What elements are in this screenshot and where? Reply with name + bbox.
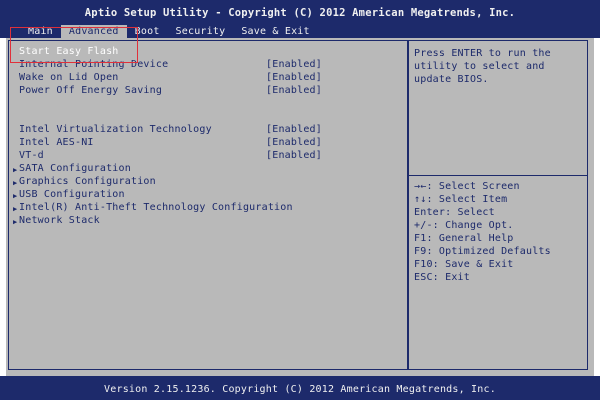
submenu-arrow-icon: ▶ <box>13 192 18 200</box>
menu-item-label: USB Configuration <box>19 189 125 200</box>
key-hint-enter: Enter: Select <box>414 207 495 218</box>
menu-item-label: Intel(R) Anti-Theft Technology Configura… <box>19 202 293 213</box>
help-divider <box>409 175 587 176</box>
key-legend: →←: Select Screen ↑↓: Select Item Enter:… <box>414 180 584 284</box>
menu-item-label: Power Off Energy Saving <box>19 85 163 96</box>
key-hint-general-help: F1: General Help <box>414 233 514 244</box>
bios-title: Aptio Setup Utility - Copyright (C) 2012… <box>84 7 516 19</box>
help-text: Press ENTER to run the utility to select… <box>414 48 558 85</box>
tab-boot[interactable]: Boot <box>127 25 168 38</box>
bios-frame: Start Easy Flash Internal Pointing Devic… <box>6 38 594 376</box>
menu-item-label: Start Easy Flash <box>19 46 119 57</box>
tab-main[interactable]: Main <box>20 25 61 38</box>
menu-item-value: [Enabled] <box>266 150 322 161</box>
submenu-arrow-icon: ▶ <box>13 166 18 174</box>
menu-item-value: [Enabled] <box>266 124 322 135</box>
menu-item-value: [Enabled] <box>266 137 322 148</box>
key-hint-select-item: ↑↓: Select Item <box>414 194 508 205</box>
submenu-arrow-icon: ▶ <box>13 205 18 213</box>
key-hint-select-screen: →←: Select Screen <box>414 181 520 192</box>
menu-item-value: [Enabled] <box>266 59 322 70</box>
menu-item-value: [Enabled] <box>266 85 322 96</box>
menu-item-label: Intel Virtualization Technology <box>19 124 212 135</box>
key-hint-esc-exit: ESC: Exit <box>414 272 470 283</box>
version-text: Version 2.15.1236. Copyright (C) 2012 Am… <box>104 384 496 395</box>
bios-header: Aptio Setup Utility - Copyright (C) 2012… <box>0 0 600 38</box>
menu-item-label: Graphics Configuration <box>19 176 156 187</box>
menu-item-label: VT-d <box>19 150 44 161</box>
help-panel: Press ENTER to run the utility to select… <box>408 40 588 370</box>
key-hint-change-opt: +/-: Change Opt. <box>414 220 514 231</box>
menu-item-label: Network Stack <box>19 215 100 226</box>
tab-bar: Main Advanced Boot Security Save & Exit <box>20 25 318 38</box>
tab-advanced[interactable]: Advanced <box>60 25 127 38</box>
menu-item-label: Internal Pointing Device <box>19 59 169 70</box>
settings-panel: Start Easy Flash Internal Pointing Devic… <box>8 40 408 370</box>
key-hint-optimized-defaults: F9: Optimized Defaults <box>414 246 551 257</box>
tab-save-exit[interactable]: Save & Exit <box>233 25 317 38</box>
submenu-arrow-icon: ▶ <box>13 218 18 226</box>
menu-item-value: [Enabled] <box>266 72 322 83</box>
submenu-arrow-icon: ▶ <box>13 179 18 187</box>
menu-item-label: SATA Configuration <box>19 163 131 174</box>
tab-security[interactable]: Security <box>168 25 234 38</box>
menu-item-label: Wake on Lid Open <box>19 72 119 83</box>
menu-item-label: Intel AES-NI <box>19 137 94 148</box>
bios-footer: Version 2.15.1236. Copyright (C) 2012 Am… <box>0 376 600 400</box>
key-hint-save-exit: F10: Save & Exit <box>414 259 514 270</box>
